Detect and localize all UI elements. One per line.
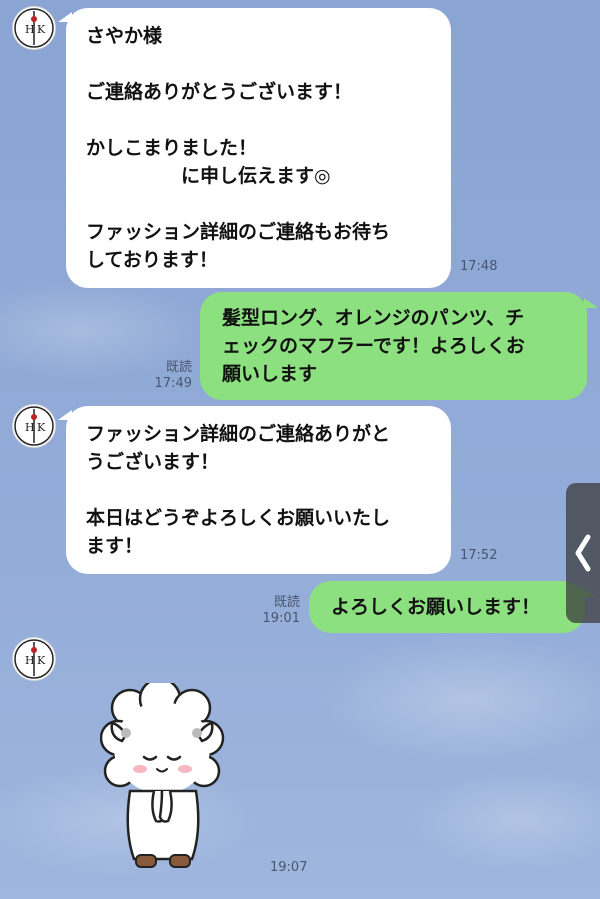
hk-monogram-icon: H K xyxy=(14,406,54,446)
bubble-tail xyxy=(584,298,598,308)
message-line: さやか様 xyxy=(86,25,163,47)
message-line: よろしくお願いします！ xyxy=(331,596,541,618)
message-line: かしこまりました！ xyxy=(86,137,258,159)
message-bubble-outgoing[interactable]: よろしくお願いします！ xyxy=(309,581,585,633)
sender-avatar[interactable]: H K xyxy=(12,6,56,50)
message-line: しております！ xyxy=(86,249,218,271)
message-line xyxy=(86,476,431,504)
read-receipt: 既読 17:49 xyxy=(140,360,192,392)
monogram-left: H xyxy=(25,23,35,36)
read-receipt: 既読 19:01 xyxy=(248,595,300,627)
message-time: 19:01 xyxy=(262,611,300,626)
message-line: に申し伝えます◎ xyxy=(86,165,331,187)
message-line xyxy=(86,50,431,78)
sender-avatar[interactable]: H K xyxy=(12,404,56,448)
message-time: 17:48 xyxy=(460,259,498,274)
side-panel-handle[interactable] xyxy=(566,483,600,623)
monogram-right: K xyxy=(37,654,46,667)
message-line: うございます！ xyxy=(86,451,220,473)
message-bubble-incoming[interactable]: さやか様 ご連絡ありがとうございます！ かしこまりました！ に申し伝えます◎ フ… xyxy=(66,8,451,288)
monogram-right: K xyxy=(37,421,46,434)
message-line: ェックのマフラーです！よろしくお xyxy=(222,335,525,357)
monogram-left: H xyxy=(25,421,35,434)
monogram-left: H xyxy=(25,654,35,667)
message-line: ご連絡ありがとうございます！ xyxy=(86,81,353,103)
hk-monogram-icon: H K xyxy=(14,639,54,679)
message-time: 17:49 xyxy=(154,376,192,391)
chevron-left-icon xyxy=(575,534,591,572)
message-bubble-incoming[interactable]: ファッション詳細のご連絡ありがと うございます！ 本日はどうぞよろしくお願いいた… xyxy=(66,406,451,574)
message-time: 19:07 xyxy=(270,860,308,875)
message-time: 17:52 xyxy=(460,548,498,563)
message-line: ファッション詳細のご連絡ありがと xyxy=(86,423,391,445)
monogram-right: K xyxy=(37,23,46,36)
message-line: 本日はどうぞよろしくお願いいたし xyxy=(86,507,391,529)
read-label: 既読 xyxy=(165,360,192,375)
message-line: ます！ xyxy=(86,535,144,557)
message-line xyxy=(86,106,431,134)
message-line: 髪型ロング、オレンジのパンツ、チ xyxy=(222,307,525,329)
bowing-sheep-sticker[interactable] xyxy=(100,683,225,873)
sender-avatar[interactable]: H K xyxy=(12,637,56,681)
message-bubble-outgoing[interactable]: 髪型ロング、オレンジのパンツ、チ ェックのマフラーです！よろしくお 願いします xyxy=(200,292,587,400)
message-line: ファッション詳細のご連絡もお待ち xyxy=(86,221,391,243)
hk-monogram-icon: H K xyxy=(14,8,54,48)
message-line: 願いします xyxy=(222,363,318,385)
read-label: 既読 xyxy=(273,595,300,610)
message-line xyxy=(86,190,431,218)
